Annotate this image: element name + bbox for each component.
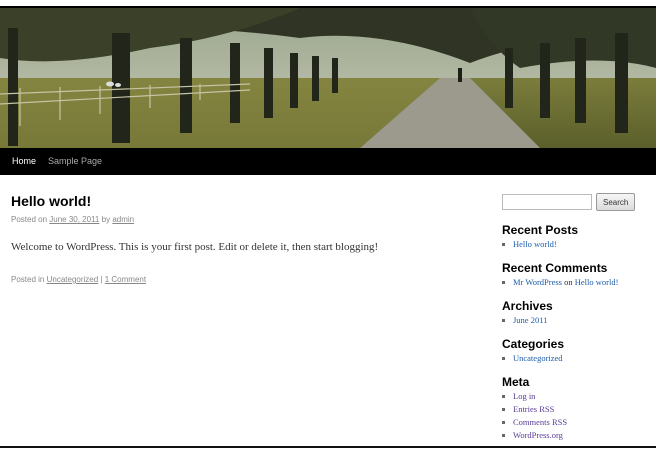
- post-title[interactable]: Hello world!: [11, 192, 481, 210]
- bullet-icon: [502, 395, 505, 398]
- tree-lined-road-photo: [0, 8, 656, 148]
- nav-home[interactable]: Home: [0, 148, 42, 175]
- meta-list: Log in Entries RSS Comments RSS WordPres…: [502, 390, 652, 442]
- category-link[interactable]: Uncategorized: [513, 353, 563, 363]
- widget-meta: Meta Log in Entries RSS Comments RSS Wor…: [502, 375, 652, 442]
- widget-title-meta: Meta: [502, 375, 530, 389]
- post-footer-prefix: Posted in: [11, 275, 45, 284]
- post-meta: Posted on June 30, 2011 by admin: [11, 215, 481, 224]
- list-item: Mr WordPress on Hello world!: [502, 276, 652, 289]
- list-item: Uncategorized: [502, 352, 652, 365]
- list-item: June 2011: [502, 314, 652, 327]
- archives-list: June 2011: [502, 314, 652, 327]
- bullet-icon: [502, 421, 505, 424]
- post-entry: Hello world! Posted on June 30, 2011 by …: [11, 192, 481, 284]
- post-content: Welcome to WordPress. This is your first…: [11, 241, 379, 253]
- meta-wordpress-org-link[interactable]: WordPress.org: [513, 430, 563, 440]
- bullet-icon: [502, 434, 505, 437]
- widget-title-categories: Categories: [502, 337, 565, 351]
- list-item: Comments RSS: [502, 416, 652, 429]
- list-item: Entries RSS: [502, 403, 652, 416]
- header-image: [0, 8, 656, 148]
- search-form: Search: [502, 193, 652, 211]
- comment-post-link[interactable]: Hello world!: [575, 277, 619, 287]
- bullet-icon: [502, 319, 505, 322]
- bullet-icon: [502, 243, 505, 246]
- widget-categories: Categories Uncategorized: [502, 337, 652, 365]
- sidebar: Search Recent Posts Hello world! Recent …: [502, 193, 652, 442]
- post-comments-link[interactable]: 1 Comment: [105, 275, 146, 284]
- meta-login-link[interactable]: Log in: [513, 391, 535, 401]
- widget-title-archives: Archives: [502, 299, 553, 313]
- post-meta-by: by: [101, 215, 111, 224]
- comment-on-text: on: [564, 277, 573, 287]
- post-category-link[interactable]: Uncategorized: [47, 275, 99, 284]
- post-author-link[interactable]: admin: [112, 215, 134, 224]
- widget-recent-comments: Recent Comments Mr WordPress on Hello wo…: [502, 261, 652, 289]
- archive-link[interactable]: June 2011: [513, 315, 547, 325]
- post-footer: Posted in Uncategorized | 1 Comment: [11, 275, 481, 284]
- nav-sample-page[interactable]: Sample Page: [42, 148, 108, 175]
- meta-entries-rss-link[interactable]: Entries RSS: [513, 404, 554, 414]
- list-item: Log in: [502, 390, 652, 403]
- comment-author-link[interactable]: Mr WordPress: [513, 277, 562, 287]
- post-footer-separator: |: [100, 275, 103, 284]
- bullet-icon: [502, 357, 505, 360]
- recent-comments-list: Mr WordPress on Hello world!: [502, 276, 652, 289]
- bullet-icon: [502, 281, 505, 284]
- categories-list: Uncategorized: [502, 352, 652, 365]
- page-bottom-border: [0, 446, 656, 448]
- bullet-icon: [502, 408, 505, 411]
- post-date-link[interactable]: June 30, 2011: [49, 215, 99, 224]
- search-input[interactable]: [502, 194, 592, 210]
- recent-posts-list: Hello world!: [502, 238, 652, 251]
- search-button[interactable]: Search: [596, 193, 636, 211]
- list-item: WordPress.org: [502, 429, 652, 442]
- recent-post-link[interactable]: Hello world!: [513, 239, 557, 249]
- widget-archives: Archives June 2011: [502, 299, 652, 327]
- meta-comments-rss-link[interactable]: Comments RSS: [513, 417, 567, 427]
- widget-title-recent-comments: Recent Comments: [502, 261, 608, 275]
- list-item: Hello world!: [502, 238, 652, 251]
- page-right-edge: [656, 6, 660, 450]
- main-navigation: Home Sample Page: [0, 148, 656, 175]
- post-meta-prefix: Posted on: [11, 215, 48, 224]
- widget-title-recent-posts: Recent Posts: [502, 223, 579, 237]
- widget-recent-posts: Recent Posts Hello world!: [502, 223, 652, 251]
